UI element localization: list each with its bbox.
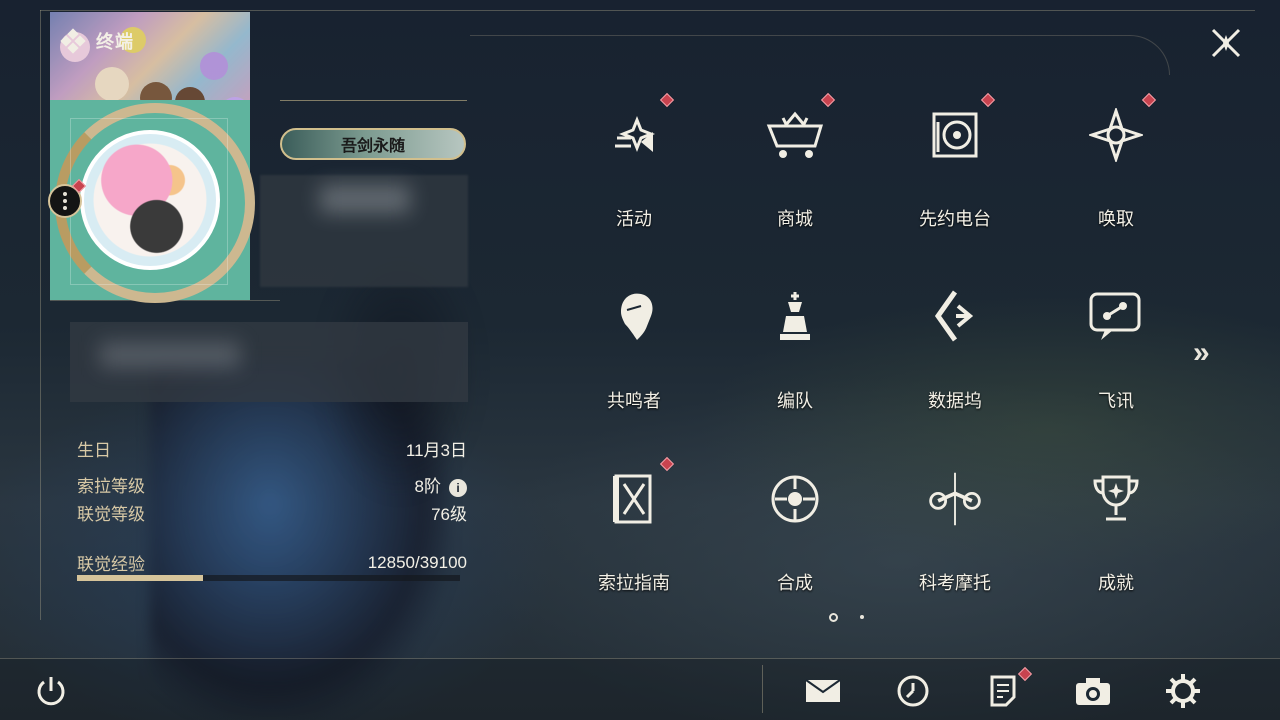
- union-exp-row: 联觉经验 12850/39100: [77, 550, 467, 575]
- team-chess-icon: [765, 287, 825, 347]
- message-chat-icon: [1086, 287, 1146, 347]
- sola-level-row: 索拉等级 8阶 i: [77, 472, 467, 497]
- union-exp-value: 12850/39100: [367, 552, 467, 572]
- menu-motorbike[interactable]: 科考摩托: [895, 459, 1015, 609]
- power-icon: [37, 677, 65, 706]
- mail-icon: [805, 679, 841, 702]
- frame-line-bottom: [0, 658, 1280, 659]
- close-icon: [1211, 28, 1241, 58]
- menu-label: 合成: [777, 573, 813, 593]
- close-button[interactable]: [1205, 22, 1247, 64]
- name-divider: [280, 100, 467, 101]
- menu-label: 飞讯: [1098, 391, 1134, 411]
- power-button[interactable]: [30, 670, 72, 712]
- clock-button[interactable]: [892, 670, 934, 712]
- guidebook-icon: [604, 469, 664, 529]
- blurred-signature: [70, 322, 468, 402]
- menu-label: 共鸣者: [607, 391, 661, 411]
- notice-button[interactable]: [982, 670, 1024, 712]
- birthday-value: 11月3日: [405, 441, 467, 460]
- birthday-row: 生日 11月3日: [77, 436, 467, 461]
- menu-achievements[interactable]: 成就: [1056, 459, 1176, 609]
- sola-level-value: 8阶: [414, 477, 441, 496]
- shop-cart-icon: [765, 105, 825, 165]
- menu-convene[interactable]: 唤取: [1056, 92, 1176, 245]
- convene-icon: [1086, 105, 1146, 165]
- menu-label: 先约电台: [919, 209, 991, 229]
- next-page-arrow[interactable]: »: [1193, 336, 1210, 370]
- mail-button[interactable]: [802, 670, 844, 712]
- menu-shop[interactable]: 商城: [735, 92, 855, 245]
- bottom-separator: [762, 665, 763, 713]
- menu-radio[interactable]: 先约电台: [895, 92, 1015, 245]
- notice-icon: [990, 675, 1016, 707]
- menu-synthesis[interactable]: 合成: [735, 459, 855, 609]
- radio-icon: [925, 105, 985, 165]
- birthday-label: 生日: [77, 441, 111, 460]
- trophy-icon: [1086, 469, 1146, 529]
- camera-icon: [1076, 678, 1110, 705]
- union-exp-label: 联觉经验: [77, 555, 145, 574]
- menu-label: 商城: [777, 209, 813, 229]
- sola-level-label: 索拉等级: [77, 477, 145, 496]
- settings-gear-icon: [1166, 674, 1200, 708]
- menu-label: 唤取: [1098, 209, 1134, 229]
- terminal-diamond-icon: [60, 28, 86, 54]
- camera-button[interactable]: [1072, 670, 1114, 712]
- menu-label: 索拉指南: [598, 573, 670, 593]
- menu-label: 数据坞: [928, 391, 982, 411]
- events-icon: [604, 105, 664, 165]
- union-level-label: 联觉等级: [77, 505, 145, 524]
- data-bank-icon: [925, 287, 985, 347]
- union-level-value: 76级: [431, 505, 467, 524]
- nameplate[interactable]: 吾剑永随: [280, 128, 466, 160]
- frame-curve: [470, 35, 1170, 75]
- settings-button[interactable]: [1162, 670, 1204, 712]
- menu-label: 科考摩托: [919, 573, 991, 593]
- page-indicator-2[interactable]: [860, 615, 864, 619]
- menu-team[interactable]: 编队: [735, 277, 855, 427]
- union-exp-bar: [77, 575, 460, 581]
- blurred-username: [260, 175, 468, 287]
- menu-label: 成就: [1098, 573, 1134, 593]
- clock-icon: [897, 675, 929, 707]
- motorbike-icon: [925, 469, 985, 529]
- union-exp-bar-fill: [77, 575, 203, 581]
- frame-line-top: [40, 10, 1255, 11]
- avatar-corner-frame: [70, 118, 228, 285]
- page-title: 终端: [60, 28, 134, 54]
- union-level-row: 联觉等级 76级: [77, 500, 467, 525]
- menu-label: 编队: [777, 391, 813, 411]
- title-text: 终端: [96, 32, 134, 52]
- menu-guidebook[interactable]: 索拉指南: [574, 456, 694, 609]
- page-indicator-1[interactable]: [829, 613, 838, 622]
- menu-label: 活动: [616, 209, 652, 229]
- nameplate-text: 吾剑永随: [340, 138, 405, 155]
- menu-resonators[interactable]: 共鸣者: [574, 277, 694, 427]
- synthesis-icon: [765, 469, 825, 529]
- resonator-icon: [604, 287, 664, 347]
- menu-messages[interactable]: 飞讯: [1056, 277, 1176, 427]
- info-icon[interactable]: i: [449, 479, 467, 497]
- sola-level-value-group: 8阶 i: [415, 472, 467, 497]
- frame-line-left: [40, 10, 41, 620]
- menu-data-bank[interactable]: 数据坞: [895, 277, 1015, 427]
- menu-events[interactable]: 活动: [574, 92, 694, 245]
- card-divider: [50, 300, 280, 301]
